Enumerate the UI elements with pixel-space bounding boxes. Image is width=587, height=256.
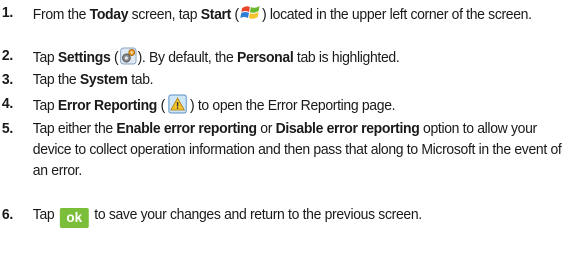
text-run: (	[110, 50, 119, 66]
settings-icon	[118, 46, 137, 73]
text-run: Tap	[32, 50, 58, 66]
step-2: 2. Tap Settings ( ). By default, the Per…	[0, 46, 566, 73]
today-label: Today	[89, 7, 129, 23]
text-run: screen, tap	[128, 7, 201, 23]
text-run: Tap the	[32, 72, 80, 88]
step-4: 4. Tap Error Reporting ( ) to open the E…	[0, 94, 566, 121]
text-run: From the	[32, 7, 90, 23]
text-run: (	[157, 98, 166, 114]
step-text: Tap Settings ( ). By default, the Person…	[33, 46, 567, 73]
text-run: tab.	[127, 72, 154, 88]
text-run: tab is highlighted.	[293, 50, 400, 66]
step-1: 1. From the Today screen, tap Start ( ) …	[0, 3, 566, 30]
step-number: 2.	[1, 48, 13, 64]
step-text: Tap the System tab.	[33, 70, 567, 91]
text-run: Tap	[32, 207, 58, 223]
step-5: 5. Tap either the Enable error reporting…	[0, 119, 566, 182]
error-reporting-label: Error Reporting	[57, 98, 158, 114]
step-number: 4.	[1, 96, 13, 112]
ok-button: ok	[59, 208, 89, 228]
step-text: Tap Error Reporting ( ) to open the Erro…	[33, 94, 567, 121]
step-number: 6.	[1, 207, 13, 223]
text-run: ) located in the upper left corner of th…	[261, 7, 532, 23]
step-number: 3.	[1, 72, 13, 88]
enable-error-reporting-label: Enable error reporting	[116, 121, 257, 137]
text-run: or	[256, 121, 276, 137]
step-3: 3. Tap the System tab.	[0, 70, 566, 91]
system-label: System	[79, 72, 128, 88]
step-number: 5.	[1, 121, 13, 137]
personal-label: Personal	[236, 50, 294, 66]
start-label: Start	[200, 7, 232, 23]
step-number: 1.	[1, 5, 13, 21]
step-text: Tap ok to save your changes and return t…	[33, 205, 567, 228]
step-text: Tap either the Enable error reporting or…	[33, 119, 567, 182]
text-run: ). By default, the	[137, 50, 237, 66]
text-run: Tap either the	[32, 121, 117, 137]
instruction-list: 1. From the Today screen, tap Start ( ) …	[0, 0, 587, 256]
text-run: to save your changes and return to the p…	[90, 207, 422, 223]
text-run: Tap	[32, 98, 58, 114]
text-run: ) to open the Error Reporting page.	[189, 98, 396, 114]
windows-start-icon	[239, 3, 262, 30]
step-6: 6. Tap ok to save your changes and retur…	[0, 205, 566, 228]
error-reporting-icon	[165, 94, 190, 121]
step-text: From the Today screen, tap Start ( ) loc…	[33, 3, 567, 30]
settings-label: Settings	[57, 50, 111, 66]
text-run: (	[230, 7, 239, 23]
disable-error-reporting-label: Disable error reporting	[275, 121, 420, 137]
